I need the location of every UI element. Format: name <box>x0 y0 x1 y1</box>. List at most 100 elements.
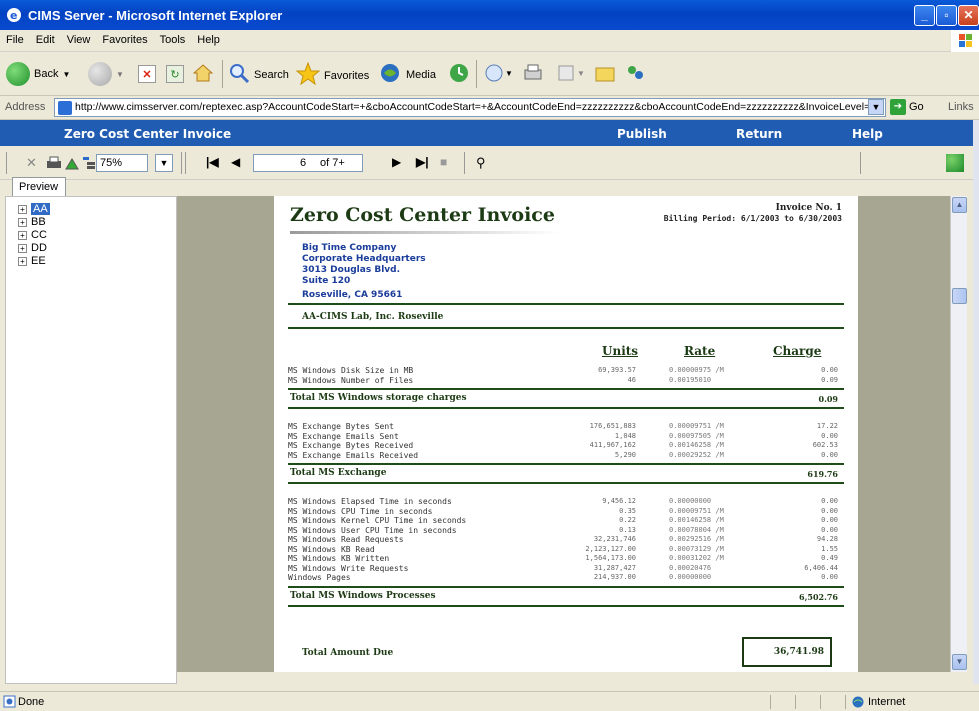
refresh-icon[interactable]: ↻ <box>166 65 184 83</box>
line-item-label: MS Exchange Emails Received <box>288 450 419 460</box>
go-label: Go <box>909 101 924 113</box>
billing-period: Billing Period: 6/1/2003 to 6/30/2003 <box>663 214 842 223</box>
export-icon[interactable] <box>64 155 80 174</box>
previous-page-icon[interactable]: ◀ <box>231 155 240 169</box>
edit-icon[interactable]: ▼ <box>556 62 586 84</box>
back-button[interactable]: Back ▼ <box>6 62 70 86</box>
line-item-label: MS Windows Kernel CPU Time in seconds <box>288 516 467 525</box>
section-total-value: 0.09 <box>818 394 838 404</box>
back-label: Back <box>34 68 59 80</box>
line-item-charge: 0.09 <box>821 375 838 384</box>
return-link[interactable]: Return <box>736 127 782 141</box>
toolbar-separator <box>181 152 182 174</box>
media-button[interactable]: Media <box>378 62 436 87</box>
toolbar-separator <box>476 60 477 88</box>
history-icon[interactable] <box>448 62 470 84</box>
back-arrow-icon <box>6 62 30 86</box>
invoice-page: Zero Cost Center Invoice Invoice No. 1 B… <box>274 196 858 672</box>
menu-favorites[interactable]: Favorites <box>96 30 153 46</box>
line-item-units: 46 <box>627 375 636 384</box>
toolbar-separator <box>464 152 465 174</box>
address-url: http://www.cimsserver.com/reptexec.asp?A… <box>75 101 871 113</box>
menu-view[interactable]: View <box>61 30 97 46</box>
links-button[interactable]: Links <box>948 101 974 113</box>
line-item-rate: 0.00073129 /M <box>669 544 724 553</box>
menu-help[interactable]: Help <box>191 30 226 46</box>
stop-icon[interactable]: ✕ <box>138 65 156 83</box>
line-item-units: 32,231,746 <box>593 535 636 543</box>
find-binoculars-icon[interactable]: ⚲ <box>476 155 486 171</box>
toolbar-grip <box>6 152 7 174</box>
tree-item-bb[interactable]: + BB <box>18 216 46 228</box>
section-divider <box>288 463 844 465</box>
expand-icon[interactable]: + <box>18 204 27 214</box>
search-label: Search <box>254 68 289 81</box>
menu-tools[interactable]: Tools <box>154 30 192 46</box>
line-item-units: 176,651,883 <box>589 422 636 430</box>
maximize-button[interactable]: ▫ <box>936 5 957 26</box>
expand-icon[interactable]: + <box>18 243 27 253</box>
address-label: Address <box>5 101 46 113</box>
expand-icon[interactable]: + <box>18 217 27 227</box>
divider <box>288 303 844 305</box>
window-scrollbar[interactable] <box>973 120 979 684</box>
page-number: 6 <box>300 157 307 169</box>
favorites-button[interactable]: Favorites <box>295 61 369 89</box>
go-button[interactable]: ➔ Go <box>890 99 924 115</box>
publish-link[interactable]: Publish <box>617 127 667 141</box>
line-item-units: 5,290 <box>614 450 636 459</box>
line-item-charge: 0.00 <box>821 366 838 374</box>
zoom-select[interactable]: 75% <box>96 154 148 172</box>
charge-header: Charge <box>773 344 822 358</box>
tree-item-aa[interactable]: + AA <box>18 203 50 215</box>
scroll-up-icon[interactable]: ▲ <box>952 197 967 213</box>
forward-dropdown-icon[interactable]: ▼ <box>116 70 124 79</box>
tab-preview[interactable]: Preview <box>12 177 66 197</box>
help-link[interactable]: Help <box>852 127 883 141</box>
home-icon[interactable] <box>193 63 213 83</box>
last-page-icon[interactable]: ▶| <box>416 155 429 169</box>
line-item-charge: 1.55 <box>821 544 838 553</box>
first-page-icon[interactable]: |◀ <box>206 155 219 169</box>
stop-loading-icon[interactable]: ■ <box>440 155 447 169</box>
line-item-charge: 0.00 <box>821 506 838 515</box>
line-item-rate: 0.00009751 /M <box>669 506 724 515</box>
back-dropdown-icon[interactable]: ▼ <box>62 70 70 79</box>
section-divider <box>288 482 844 484</box>
zoom-dropdown-icon[interactable]: ▼ <box>155 154 173 172</box>
line-item-charge: 0.00 <box>821 497 838 505</box>
messenger-icon[interactable] <box>624 62 646 84</box>
close-report-icon[interactable]: ✕ <box>26 155 37 171</box>
tree-item-dd[interactable]: + DD <box>18 242 47 254</box>
page-number-input[interactable] <box>253 154 363 172</box>
expand-icon[interactable]: + <box>18 256 27 266</box>
address-line: Roseville, CA 95661 <box>302 290 403 300</box>
mail-icon[interactable]: ▼ <box>484 62 514 84</box>
print-icon[interactable] <box>522 62 544 84</box>
close-button[interactable]: ✕ <box>958 5 979 26</box>
section-divider <box>288 604 844 607</box>
address-line: Suite 120 <box>302 276 351 286</box>
go-arrow-icon: ➔ <box>890 99 906 115</box>
line-item-rate: 0.00195010 <box>669 375 712 384</box>
tree-item-cc[interactable]: + CC <box>18 229 47 241</box>
forward-button[interactable]: ▼ <box>88 62 124 86</box>
minimize-button[interactable]: _ <box>914 5 935 26</box>
menu-edit[interactable]: Edit <box>30 30 61 46</box>
tree-item-ee[interactable]: + EE <box>18 255 46 267</box>
folder-icon[interactable] <box>594 62 616 84</box>
menu-file[interactable]: File <box>0 30 30 46</box>
address-dropdown-icon[interactable]: ▼ <box>868 99 884 115</box>
print-report-icon[interactable] <box>46 155 62 174</box>
report-scrollbar[interactable]: ▲ ▼ <box>950 196 967 672</box>
search-button[interactable]: Search <box>228 62 289 87</box>
scroll-down-icon[interactable]: ▼ <box>952 654 967 670</box>
menu-bar: File Edit View Favorites Tools Help <box>0 30 979 52</box>
next-page-icon[interactable]: ▶ <box>392 155 401 169</box>
account-name: AA-CIMS Lab, Inc. Roseville <box>302 312 444 322</box>
line-item-units: 1,564,173.00 <box>585 554 636 562</box>
address-line: Corporate Headquarters <box>302 254 426 264</box>
scroll-thumb[interactable] <box>952 288 967 304</box>
address-input[interactable]: http://www.cimsserver.com/reptexec.asp?A… <box>54 98 886 117</box>
expand-icon[interactable]: + <box>18 230 27 240</box>
